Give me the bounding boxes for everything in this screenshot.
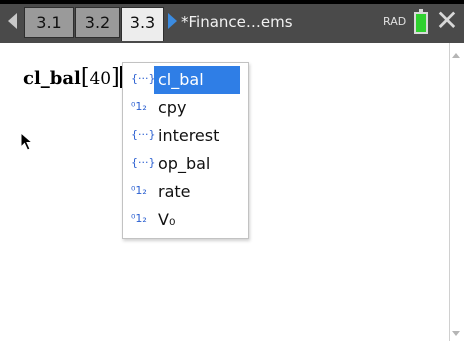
scrollbar-track[interactable] (449, 43, 450, 341)
scroll-up-icon[interactable] (452, 53, 460, 58)
tab-3-1[interactable]: 3.1 (24, 7, 74, 38)
close-icon[interactable]: ✕ (433, 5, 461, 37)
variable-icon: ⁰1₂ (131, 184, 147, 197)
left-arrow-icon[interactable] (8, 13, 17, 29)
entry-line[interactable]: cl_bal[40] (23, 65, 120, 92)
autocomplete-item[interactable]: {···} interest (123, 122, 248, 150)
autocomplete-item-label: V₀ (158, 210, 176, 229)
right-arrow-icon[interactable] (168, 13, 177, 29)
function-icon: {···} (131, 156, 156, 169)
document-title: *Finance…ems (181, 13, 293, 31)
autocomplete-item[interactable]: {···} cl_bal (123, 66, 248, 94)
autocomplete-item-label: op_bal (158, 154, 211, 173)
tab-3-3[interactable]: 3.3 (121, 7, 164, 41)
scroll-down-icon[interactable] (452, 331, 460, 336)
autocomplete-item[interactable]: ⁰1₂ rate (123, 178, 248, 206)
autocomplete-popup: {···} cl_bal ⁰1₂ cpy {···} interest {···… (122, 62, 249, 239)
close-bracket: ] (111, 65, 120, 90)
autocomplete-item-label: interest (158, 126, 220, 145)
variable-icon: ⁰1₂ (131, 212, 147, 225)
function-icon: {···} (131, 72, 156, 85)
autocomplete-item-label: cl_bal (154, 66, 240, 94)
title-bar: 3.1 3.2 3.3 *Finance…ems RAD ✕ (0, 0, 464, 43)
variable-icon: ⁰1₂ (131, 100, 147, 113)
autocomplete-item-label: rate (158, 182, 191, 201)
autocomplete-item-label: cpy (158, 98, 187, 117)
angle-mode-indicator: RAD (383, 15, 407, 28)
function-name: cl_bal (23, 68, 81, 89)
autocomplete-item[interactable]: ⁰1₂ V₀ (123, 206, 248, 234)
autocomplete-item[interactable]: ⁰1₂ cpy (123, 94, 248, 122)
mouse-pointer-icon (20, 132, 34, 151)
function-argument: 40 (89, 69, 112, 89)
function-icon: {···} (131, 128, 156, 141)
battery-icon (414, 9, 428, 34)
tab-3-2[interactable]: 3.2 (75, 7, 120, 38)
autocomplete-item[interactable]: {···} op_bal (123, 150, 248, 178)
